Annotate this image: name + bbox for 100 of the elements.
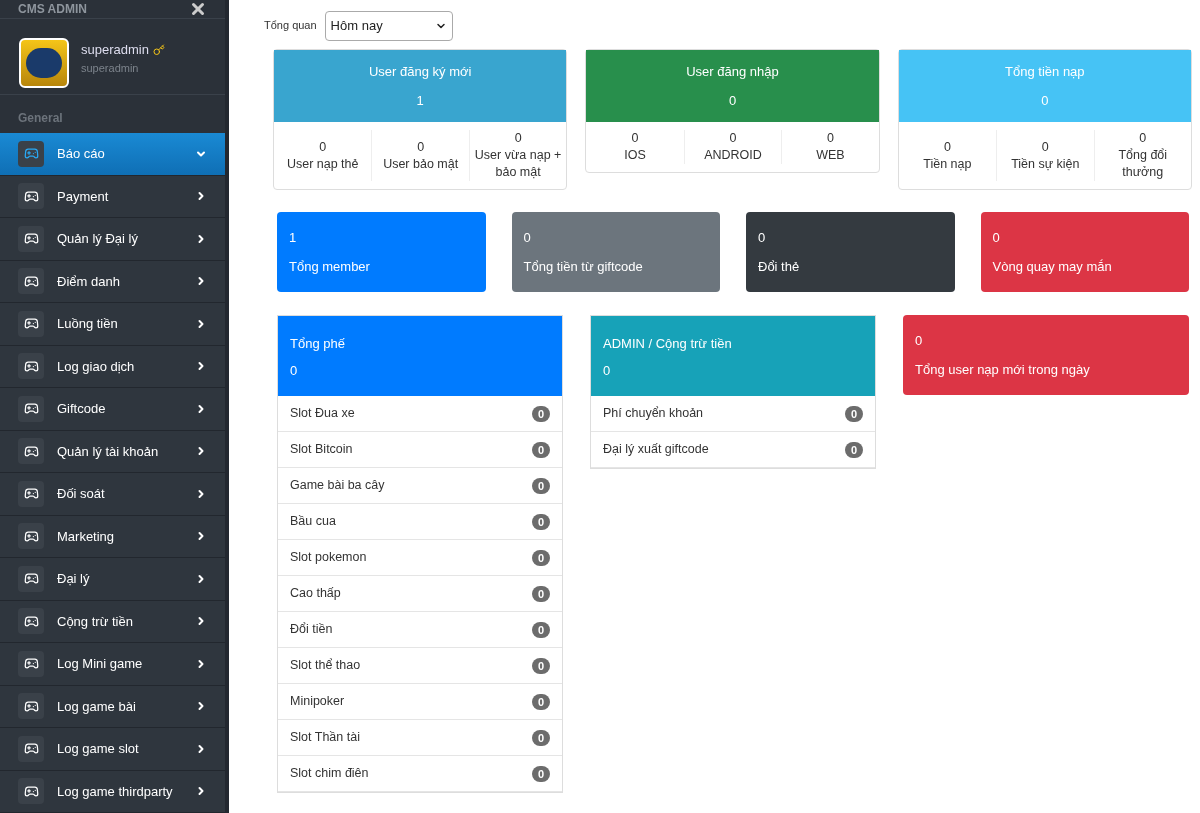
tile-label: Vòng quay may mắn [992,257,1113,276]
card-title: User đăng ký mới [368,62,472,81]
stat-value: 0 [943,138,951,156]
list-label: Cao thấp [290,585,341,603]
list-label: Minipoker [290,693,345,711]
sidebar-item[interactable]: Log giao dịch [0,345,225,388]
stat-value: 0 [631,130,639,147]
gamepad-icon [23,188,39,204]
sidebar-item[interactable]: Giftcode [0,388,225,431]
panel-title: ADMIN / Cộng trừ tiền [603,335,733,353]
menu-label: Log Mini game [57,655,144,673]
filter-label: Tổng quan [264,18,317,33]
menu-label: Cộng trừ tiền [57,612,134,631]
gamepad-icon [23,783,39,799]
sidebar-item[interactable]: Đối soát [0,473,225,516]
section-heading: General [17,110,64,127]
gamepad-icon [23,698,39,714]
stat-value: 0 [417,138,425,156]
menu-label: Payment [57,187,110,206]
gamepad-icon [23,613,39,629]
list-label: Bầu cua [290,513,336,531]
menu-label: Log game thirdparty [57,782,174,801]
list-label: Slot Thần tài [290,729,360,747]
count-badge: 0 [844,441,863,458]
card-value: 0 [1041,92,1049,110]
sidebar-item[interactable]: Marketing [0,515,225,558]
stat-value: 0 [514,130,522,147]
sidebar-item[interactable]: Log game thirdparty [0,770,225,813]
tile-label: Tổng tiền từ giftcode [523,257,644,276]
sidebar-item[interactable]: Cộng trừ tiền [0,600,225,643]
tile-value: 1 [289,229,298,247]
sidebar-item[interactable]: Log Mini game [0,643,225,686]
panel-value: 0 [290,361,299,380]
sidebar-item[interactable]: Đại lý [0,558,225,601]
tile-label: Tổng user nạp mới trong ngày [915,360,1091,379]
menu-label: Quản lý tài khoản [57,442,160,461]
menu-label: Giftcode [57,400,107,418]
gamepad-icon [23,443,39,459]
period-select[interactable]: Hôm nay [324,11,453,41]
sidebar-item[interactable]: Log game bài [0,685,225,728]
tile-value: 0 [915,332,924,350]
tile-value: 0 [992,229,1001,247]
logo-avatar [19,38,69,88]
count-badge: 0 [531,477,550,494]
panel-value: 0 [603,361,612,380]
menu-label: Log giao dịch [57,357,136,376]
stat-label: Tiền nạp [923,155,972,173]
tile-label: Tổng member [289,257,371,276]
tile-label: Đổi thẻ [758,257,801,276]
menu-label: Đối soát [57,485,106,503]
close-icon[interactable] [189,0,207,18]
card-value: 1 [416,92,424,110]
sidebar-item[interactable]: Quản lý Đại lý [0,218,225,261]
panel-title: Tổng phế [290,335,346,353]
tile-value: 0 [523,229,532,247]
menu-label: Quản lý Đại lý [57,230,139,248]
menu-label: Điểm danh [57,272,121,291]
sidebar-item[interactable]: Báo cáo [0,133,225,176]
sidebar-item[interactable]: Quản lý tài khoản [0,430,225,473]
count-badge: 0 [531,549,550,566]
menu-label: Đại lý [57,570,91,588]
count-badge: 0 [531,765,550,782]
list-label: Đại lý xuất giftcode [603,441,709,459]
stat-label: User vừa nạp + bảo mật [473,147,563,181]
stat-label: User nạp thẻ [286,155,359,173]
stat-value: 0 [1139,130,1147,147]
sidebar-item[interactable]: Điểm danh [0,260,225,303]
count-badge: 0 [531,513,550,530]
count-badge: 0 [531,621,550,638]
sidebar-item[interactable]: Luồng tiền [0,303,225,346]
count-badge: 0 [531,693,550,710]
menu-label: Log game bài [57,697,137,716]
stat-label: Tiền sự kiện [1011,155,1080,173]
stat-value: 0 [1041,138,1049,156]
stat-label: ANDROID [704,147,762,164]
stat-label: User bảo mật [383,155,459,173]
menu-label: Luồng tiền [57,315,119,333]
stat-label: IOS [624,147,646,164]
sidebar-item[interactable]: Log game slot [0,728,225,771]
stat-label: Tổng đổi thưởng [1117,147,1169,181]
card-title: Tổng tiền nạp [1005,62,1085,81]
stat-value: 0 [729,130,737,147]
count-badge: 0 [531,585,550,602]
count-badge: 0 [531,441,550,458]
stat-value: 0 [826,130,834,147]
count-badge: 0 [531,729,550,746]
tile-value: 0 [758,229,767,247]
count-badge: 0 [844,405,863,422]
sidebar-title: CMS ADMIN [18,1,87,18]
gamepad-icon [23,528,39,544]
stat-value: 0 [319,138,327,156]
list-label: Slot Bitcoin [290,441,353,459]
list-label: Slot pokemon [290,549,367,567]
user-role: superadmin [81,60,140,76]
list-label: Slot thể thao [290,657,361,675]
card-value: 0 [728,92,737,110]
menu-label: Báo cáo [57,145,106,163]
list-label: Slot Đua xe [290,405,355,423]
menu-label: Marketing [57,527,116,546]
sidebar-item[interactable]: Payment [0,175,225,218]
